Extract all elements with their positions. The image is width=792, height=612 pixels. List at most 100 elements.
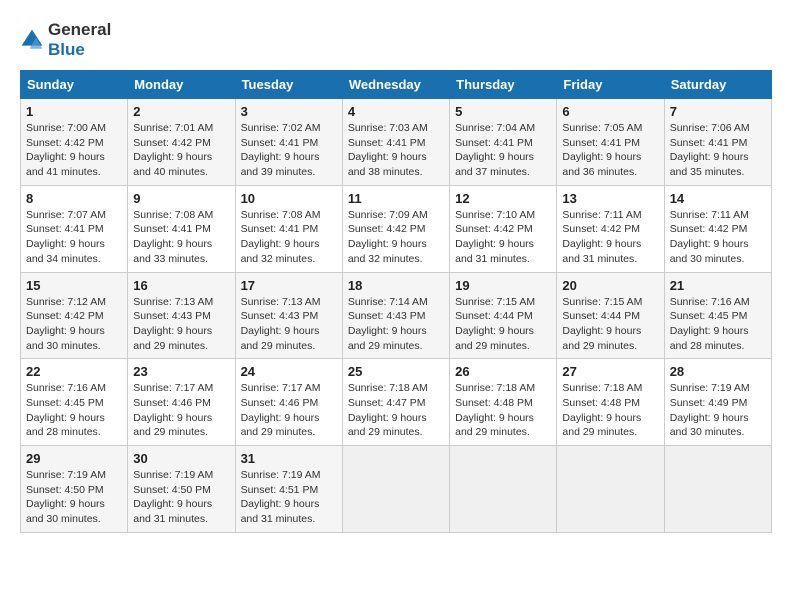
calendar-cell: 18 Sunrise: 7:14 AM Sunset: 4:43 PM Dayl… (342, 272, 449, 359)
day-detail: Sunrise: 7:05 AM Sunset: 4:41 PM Dayligh… (562, 121, 658, 180)
day-number: 25 (348, 364, 444, 379)
day-number: 22 (26, 364, 122, 379)
calendar-cell: 16 Sunrise: 7:13 AM Sunset: 4:43 PM Dayl… (128, 272, 235, 359)
calendar-cell: 4 Sunrise: 7:03 AM Sunset: 4:41 PM Dayli… (342, 99, 449, 186)
day-detail: Sunrise: 7:08 AM Sunset: 4:41 PM Dayligh… (133, 208, 229, 267)
weekday-header: Sunday (21, 71, 128, 99)
day-detail: Sunrise: 7:13 AM Sunset: 4:43 PM Dayligh… (133, 295, 229, 354)
day-detail: Sunrise: 7:14 AM Sunset: 4:43 PM Dayligh… (348, 295, 444, 354)
day-detail: Sunrise: 7:19 AM Sunset: 4:51 PM Dayligh… (241, 468, 337, 527)
calendar-cell: 12 Sunrise: 7:10 AM Sunset: 4:42 PM Dayl… (450, 185, 557, 272)
day-number: 28 (670, 364, 766, 379)
day-detail: Sunrise: 7:01 AM Sunset: 4:42 PM Dayligh… (133, 121, 229, 180)
weekday-header: Friday (557, 71, 664, 99)
day-detail: Sunrise: 7:03 AM Sunset: 4:41 PM Dayligh… (348, 121, 444, 180)
calendar-cell: 21 Sunrise: 7:16 AM Sunset: 4:45 PM Dayl… (664, 272, 771, 359)
day-detail: Sunrise: 7:19 AM Sunset: 4:50 PM Dayligh… (26, 468, 122, 527)
day-detail: Sunrise: 7:07 AM Sunset: 4:41 PM Dayligh… (26, 208, 122, 267)
calendar-cell: 7 Sunrise: 7:06 AM Sunset: 4:41 PM Dayli… (664, 99, 771, 186)
calendar-cell: 6 Sunrise: 7:05 AM Sunset: 4:41 PM Dayli… (557, 99, 664, 186)
calendar-cell: 31 Sunrise: 7:19 AM Sunset: 4:51 PM Dayl… (235, 446, 342, 533)
day-number: 10 (241, 191, 337, 206)
calendar-cell: 1 Sunrise: 7:00 AM Sunset: 4:42 PM Dayli… (21, 99, 128, 186)
calendar-cell: 2 Sunrise: 7:01 AM Sunset: 4:42 PM Dayli… (128, 99, 235, 186)
day-number: 24 (241, 364, 337, 379)
calendar-cell: 22 Sunrise: 7:16 AM Sunset: 4:45 PM Dayl… (21, 359, 128, 446)
day-number: 13 (562, 191, 658, 206)
day-detail: Sunrise: 7:10 AM Sunset: 4:42 PM Dayligh… (455, 208, 551, 267)
calendar-cell: 3 Sunrise: 7:02 AM Sunset: 4:41 PM Dayli… (235, 99, 342, 186)
day-detail: Sunrise: 7:11 AM Sunset: 4:42 PM Dayligh… (562, 208, 658, 267)
day-detail: Sunrise: 7:11 AM Sunset: 4:42 PM Dayligh… (670, 208, 766, 267)
calendar-cell: 8 Sunrise: 7:07 AM Sunset: 4:41 PM Dayli… (21, 185, 128, 272)
calendar-cell: 15 Sunrise: 7:12 AM Sunset: 4:42 PM Dayl… (21, 272, 128, 359)
day-detail: Sunrise: 7:19 AM Sunset: 4:50 PM Dayligh… (133, 468, 229, 527)
calendar-cell: 14 Sunrise: 7:11 AM Sunset: 4:42 PM Dayl… (664, 185, 771, 272)
calendar-cell: 13 Sunrise: 7:11 AM Sunset: 4:42 PM Dayl… (557, 185, 664, 272)
day-number: 31 (241, 451, 337, 466)
day-detail: Sunrise: 7:08 AM Sunset: 4:41 PM Dayligh… (241, 208, 337, 267)
day-detail: Sunrise: 7:16 AM Sunset: 4:45 PM Dayligh… (670, 295, 766, 354)
day-number: 16 (133, 278, 229, 293)
calendar-cell: 30 Sunrise: 7:19 AM Sunset: 4:50 PM Dayl… (128, 446, 235, 533)
day-number: 11 (348, 191, 444, 206)
day-detail: Sunrise: 7:09 AM Sunset: 4:42 PM Dayligh… (348, 208, 444, 267)
calendar-cell: 20 Sunrise: 7:15 AM Sunset: 4:44 PM Dayl… (557, 272, 664, 359)
day-number: 23 (133, 364, 229, 379)
day-number: 2 (133, 104, 229, 119)
day-number: 8 (26, 191, 122, 206)
day-detail: Sunrise: 7:02 AM Sunset: 4:41 PM Dayligh… (241, 121, 337, 180)
day-detail: Sunrise: 7:04 AM Sunset: 4:41 PM Dayligh… (455, 121, 551, 180)
calendar-table: SundayMondayTuesdayWednesdayThursdayFrid… (20, 70, 772, 533)
logo-icon (20, 28, 44, 52)
weekday-header: Thursday (450, 71, 557, 99)
header: General Blue (20, 20, 772, 60)
weekday-header: Saturday (664, 71, 771, 99)
logo-area: General Blue (20, 20, 111, 60)
day-detail: Sunrise: 7:06 AM Sunset: 4:41 PM Dayligh… (670, 121, 766, 180)
day-detail: Sunrise: 7:15 AM Sunset: 4:44 PM Dayligh… (562, 295, 658, 354)
day-number: 12 (455, 191, 551, 206)
weekday-header: Monday (128, 71, 235, 99)
calendar-cell: 10 Sunrise: 7:08 AM Sunset: 4:41 PM Dayl… (235, 185, 342, 272)
day-number: 4 (348, 104, 444, 119)
day-number: 17 (241, 278, 337, 293)
day-number: 30 (133, 451, 229, 466)
day-number: 21 (670, 278, 766, 293)
day-number: 15 (26, 278, 122, 293)
day-number: 20 (562, 278, 658, 293)
calendar-cell: 11 Sunrise: 7:09 AM Sunset: 4:42 PM Dayl… (342, 185, 449, 272)
calendar-cell: 28 Sunrise: 7:19 AM Sunset: 4:49 PM Dayl… (664, 359, 771, 446)
calendar-cell: 26 Sunrise: 7:18 AM Sunset: 4:48 PM Dayl… (450, 359, 557, 446)
calendar-cell: 24 Sunrise: 7:17 AM Sunset: 4:46 PM Dayl… (235, 359, 342, 446)
day-detail: Sunrise: 7:19 AM Sunset: 4:49 PM Dayligh… (670, 381, 766, 440)
day-detail: Sunrise: 7:18 AM Sunset: 4:47 PM Dayligh… (348, 381, 444, 440)
day-detail: Sunrise: 7:12 AM Sunset: 4:42 PM Dayligh… (26, 295, 122, 354)
calendar-cell (342, 446, 449, 533)
calendar-cell: 5 Sunrise: 7:04 AM Sunset: 4:41 PM Dayli… (450, 99, 557, 186)
calendar-cell: 29 Sunrise: 7:19 AM Sunset: 4:50 PM Dayl… (21, 446, 128, 533)
calendar-cell (664, 446, 771, 533)
day-number: 27 (562, 364, 658, 379)
page-container: General Blue SundayMondayTuesdayWednesda… (20, 20, 772, 533)
calendar-cell (557, 446, 664, 533)
day-number: 9 (133, 191, 229, 206)
logo-text: General Blue (48, 20, 111, 60)
calendar-cell: 19 Sunrise: 7:15 AM Sunset: 4:44 PM Dayl… (450, 272, 557, 359)
day-number: 7 (670, 104, 766, 119)
calendar-cell: 25 Sunrise: 7:18 AM Sunset: 4:47 PM Dayl… (342, 359, 449, 446)
day-number: 6 (562, 104, 658, 119)
day-number: 19 (455, 278, 551, 293)
day-detail: Sunrise: 7:18 AM Sunset: 4:48 PM Dayligh… (455, 381, 551, 440)
weekday-header: Tuesday (235, 71, 342, 99)
day-number: 26 (455, 364, 551, 379)
day-number: 3 (241, 104, 337, 119)
calendar-cell (450, 446, 557, 533)
day-number: 1 (26, 104, 122, 119)
day-number: 5 (455, 104, 551, 119)
calendar-cell: 27 Sunrise: 7:18 AM Sunset: 4:48 PM Dayl… (557, 359, 664, 446)
calendar-cell: 23 Sunrise: 7:17 AM Sunset: 4:46 PM Dayl… (128, 359, 235, 446)
day-number: 29 (26, 451, 122, 466)
day-detail: Sunrise: 7:17 AM Sunset: 4:46 PM Dayligh… (133, 381, 229, 440)
day-number: 14 (670, 191, 766, 206)
